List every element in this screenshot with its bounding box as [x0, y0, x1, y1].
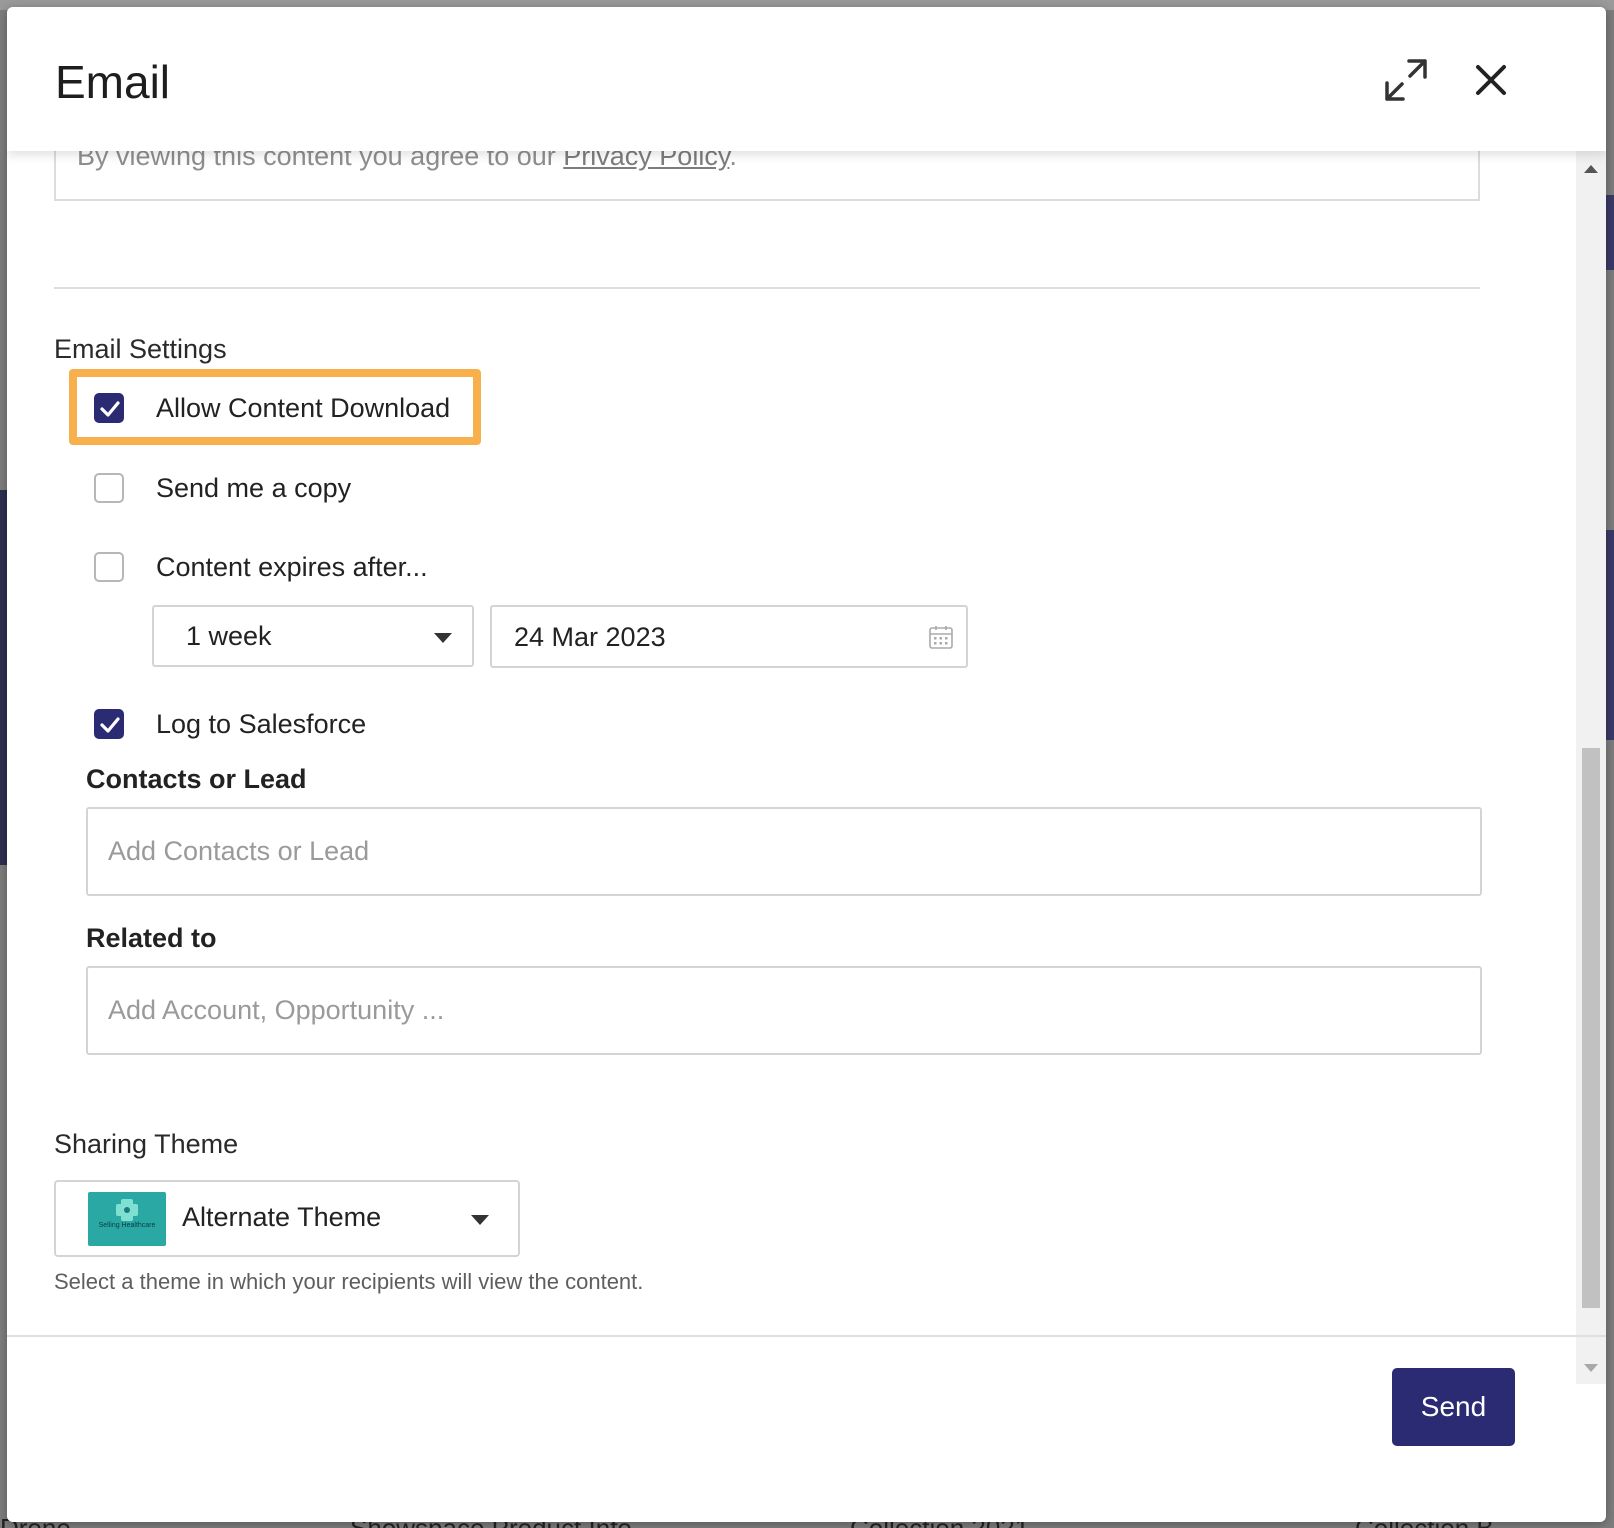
theme-logo-text: Selling Healthcare [98, 1222, 156, 1229]
privacy-text-prefix: By viewing this content you agree to our [77, 151, 564, 171]
related-to-label: Related to [86, 923, 217, 953]
chevron-down-icon [434, 633, 452, 643]
scroll-down-arrow-icon[interactable] [1584, 1364, 1598, 1372]
checkbox-checked[interactable] [94, 393, 124, 423]
expand-icon [1385, 59, 1427, 101]
privacy-policy-link[interactable]: Privacy Policy [563, 151, 729, 171]
check-icon [100, 401, 120, 417]
email-settings-label: Email Settings [54, 334, 227, 364]
send-button[interactable]: Send [1392, 1368, 1515, 1446]
expiry-date-input[interactable]: 24 Mar 2023 [490, 605, 968, 668]
scrollbar[interactable] [1576, 151, 1606, 1384]
modal-title: Email [55, 56, 171, 108]
sharing-theme-label: Sharing Theme [54, 1129, 239, 1159]
expiry-period-value: 1 week [186, 621, 272, 651]
log-salesforce-checkbox[interactable]: Log to Salesforce [94, 704, 366, 744]
contacts-label: Contacts or Lead [86, 764, 307, 794]
send-copy-checkbox[interactable]: Send me a copy [94, 468, 351, 508]
content-expires-label: Content expires after... [156, 551, 428, 582]
footer-divider [7, 1335, 1606, 1337]
allow-download-checkbox[interactable]: Allow Content Download [94, 388, 450, 428]
log-salesforce-label: Log to Salesforce [156, 708, 367, 739]
related-to-input[interactable] [86, 966, 1482, 1055]
email-modal: Email By viewing this content you agree … [7, 7, 1606, 1522]
checkbox-unchecked[interactable] [94, 552, 124, 582]
calendar-icon[interactable] [928, 624, 954, 650]
expiry-period-select[interactable]: 1 week [152, 605, 474, 667]
content-expires-checkbox[interactable]: Content expires after... [94, 547, 428, 587]
close-icon [1476, 65, 1506, 95]
scrollbar-thumb[interactable] [1582, 748, 1600, 1308]
send-copy-label: Send me a copy [156, 472, 352, 503]
backdrop-right-strip [1606, 195, 1614, 270]
close-button[interactable] [1466, 55, 1516, 105]
expiry-date-value: 24 Mar 2023 [514, 622, 666, 652]
theme-helper-text: Select a theme in which your recipients … [54, 1269, 644, 1294]
sharing-theme-select[interactable]: Selling Healthcare Alternate Theme [54, 1180, 520, 1257]
check-icon [100, 717, 120, 733]
section-divider [54, 287, 1480, 289]
contacts-input[interactable] [86, 807, 1482, 896]
theme-selected-value: Alternate Theme [182, 1202, 382, 1232]
theme-thumbnail: Selling Healthcare [88, 1192, 166, 1246]
checkbox-unchecked[interactable] [94, 473, 124, 503]
modal-body: By viewing this content you agree to our… [7, 151, 1606, 1384]
allow-download-label: Allow Content Download [156, 392, 451, 423]
privacy-text: By viewing this content you agree to our… [77, 151, 737, 172]
chevron-down-icon [471, 1215, 489, 1225]
privacy-text-suffix: . [729, 151, 737, 171]
privacy-notice: By viewing this content you agree to our… [54, 151, 1480, 201]
theme-logo-dot [124, 1207, 130, 1213]
checkbox-checked[interactable] [94, 709, 124, 739]
scroll-up-arrow-icon[interactable] [1584, 165, 1598, 173]
modal-header: Email [7, 7, 1606, 151]
backdrop-left-strip [0, 490, 7, 865]
expand-button[interactable] [1381, 55, 1431, 105]
backdrop-right-strip [1606, 530, 1614, 740]
